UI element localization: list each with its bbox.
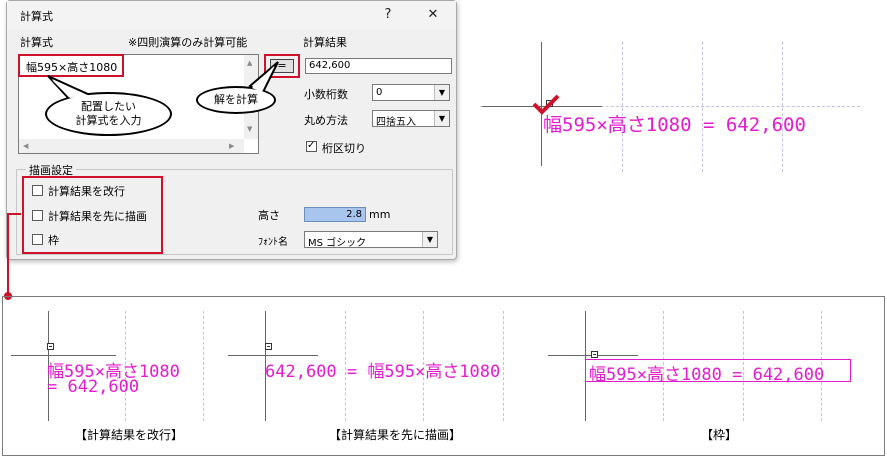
preview-text: 幅595×高さ1080 = 642,600 <box>543 114 806 136</box>
examples-panel: 幅595×高さ1080 = 642,600 【計算結果を改行】 642,600 … <box>2 296 885 456</box>
example-first-text: 642,600 = 幅595×高さ1080 <box>265 362 501 382</box>
origin-marker-icon <box>591 351 598 358</box>
connector-line <box>7 213 9 297</box>
example-frame-text: 幅595×高さ1080 = 642,600 <box>589 365 825 385</box>
example-frame-caption: 【枠】 <box>701 428 738 442</box>
example-frame-box: 幅595×高さ1080 = 642,600 <box>585 359 851 385</box>
origin-marker-icon <box>47 343 54 350</box>
example-first-caption: 【計算結果を先に描画】 <box>329 428 462 442</box>
example-newline-caption: 【計算結果を改行】 <box>75 428 184 442</box>
connector-line <box>7 213 17 215</box>
origin-marker-icon <box>265 343 272 350</box>
example-newline-line2: = 642,600 <box>47 377 140 397</box>
